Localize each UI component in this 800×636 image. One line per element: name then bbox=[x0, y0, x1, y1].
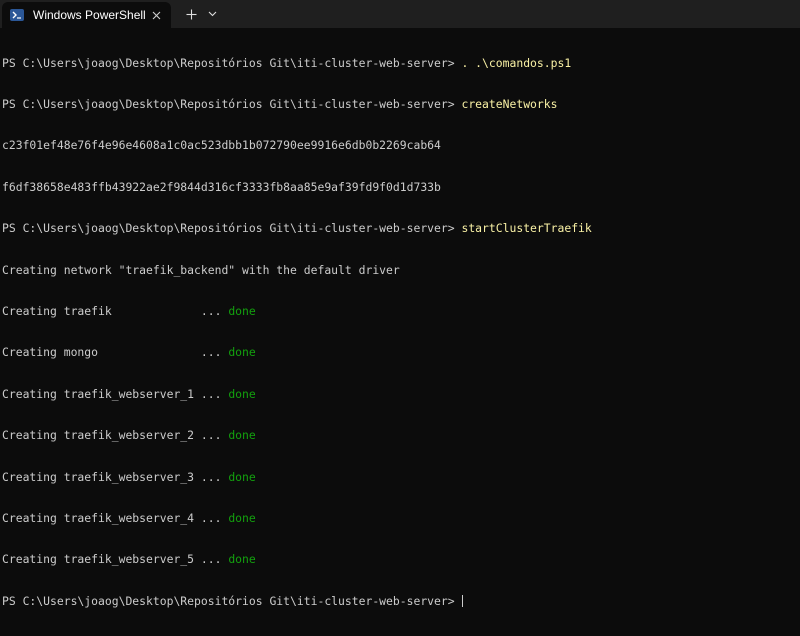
creating-line: Creating traefik_webserver_2 ... done bbox=[2, 428, 792, 443]
creating-label: Creating traefik_webserver_4 ... bbox=[2, 510, 229, 525]
tab-dropdown-button[interactable] bbox=[203, 3, 221, 25]
status-done: done bbox=[228, 428, 256, 443]
status-done: done bbox=[228, 303, 256, 318]
status-done: done bbox=[228, 552, 256, 567]
command-text: createNetworks bbox=[461, 96, 558, 111]
status-done: done bbox=[228, 510, 256, 525]
creating-label: Creating mongo ... bbox=[2, 345, 229, 360]
terminal-output: PS C:\Users\joaog\Desktop\Repositórios G… bbox=[2, 29, 792, 636]
creating-label: Creating traefik_webserver_1 ... bbox=[2, 386, 229, 401]
text-cursor bbox=[462, 594, 464, 607]
creating-label: Creating traefik_webserver_5 ... bbox=[2, 552, 229, 567]
creating-line: Creating traefik ... done bbox=[2, 303, 792, 319]
status-done: done bbox=[228, 469, 256, 484]
terminal-line: PS C:\Users\joaog\Desktop\Repositórios G… bbox=[2, 593, 792, 609]
tab-windows-powershell[interactable]: Windows PowerShell bbox=[2, 2, 171, 28]
creating-line: Creating traefik_webserver_5 ... done bbox=[2, 552, 792, 567]
terminal-pane[interactable]: PS C:\Users\joaog\Desktop\Repositórios G… bbox=[0, 28, 800, 608]
tab-title: Windows PowerShell bbox=[33, 8, 146, 22]
prompt: PS C:\Users\joaog\Desktop\Repositórios G… bbox=[2, 96, 462, 111]
creating-label: Creating traefik_webserver_3 ... bbox=[2, 469, 229, 484]
prompt: PS C:\Users\joaog\Desktop\Repositórios G… bbox=[2, 221, 462, 236]
new-tab-button[interactable] bbox=[180, 3, 202, 25]
creating-line: Creating traefik_webserver_4 ... done bbox=[2, 510, 792, 526]
creating-line: Creating traefik_webserver_3 ... done bbox=[2, 469, 792, 485]
network-id-line: f6df38658e483ffb43922ae2f9844d316cf3333f… bbox=[2, 179, 441, 194]
terminal-line: PS C:\Users\joaog\Desktop\Repositórios G… bbox=[2, 221, 792, 236]
network-message: Creating network "traefik_backend" with … bbox=[2, 262, 400, 277]
status-done: done bbox=[228, 386, 256, 401]
command-text: . .\comandos.ps1 bbox=[461, 55, 572, 70]
command-text: startClusterTraefik bbox=[461, 221, 592, 236]
terminal-line: PS C:\Users\joaog\Desktop\Repositórios G… bbox=[2, 96, 792, 112]
close-icon[interactable] bbox=[149, 8, 163, 22]
title-bar: Windows PowerShell bbox=[0, 0, 800, 28]
prompt: PS C:\Users\joaog\Desktop\Repositórios G… bbox=[2, 593, 462, 608]
chevron-down-icon bbox=[208, 11, 216, 17]
powershell-icon bbox=[10, 9, 24, 21]
creating-line: Creating mongo ... done bbox=[2, 345, 792, 360]
terminal-line: PS C:\Users\joaog\Desktop\Repositórios G… bbox=[2, 55, 792, 71]
creating-line: Creating traefik_webserver_1 ... done bbox=[2, 386, 792, 402]
status-done: done bbox=[228, 345, 256, 360]
plus-icon bbox=[186, 9, 196, 19]
creating-label: Creating traefik ... bbox=[2, 303, 229, 318]
prompt: PS C:\Users\joaog\Desktop\Repositórios G… bbox=[2, 55, 462, 70]
network-id-line: c23f01ef48e76f4e96e4608a1c0ac523dbb1b072… bbox=[2, 138, 441, 153]
creating-label: Creating traefik_webserver_2 ... bbox=[2, 428, 229, 443]
